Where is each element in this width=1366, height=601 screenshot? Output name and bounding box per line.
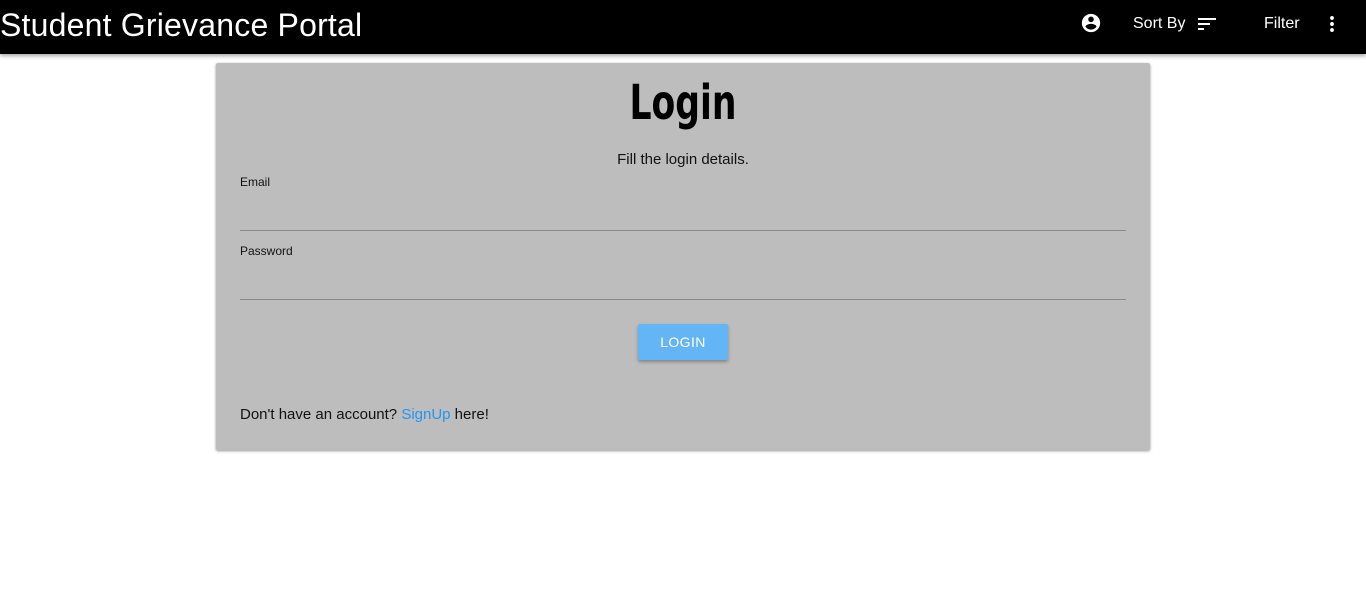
filter-button[interactable]: Filter — [1256, 8, 1344, 40]
signup-prompt: Don't have an account? SignUp here! — [240, 405, 489, 425]
account-circle-icon[interactable] — [1080, 12, 1102, 34]
email-label: Email — [240, 175, 271, 189]
login-button[interactable]: LOGIN — [638, 324, 728, 360]
password-field: Password — [240, 242, 1126, 300]
email-field: Email — [240, 173, 1126, 231]
signup-suffix: here! — [450, 406, 489, 423]
password-label: Password — [240, 244, 293, 258]
signup-link[interactable]: SignUp — [401, 406, 450, 423]
app-title: Student Grievance Portal — [0, 7, 363, 43]
app-bar: Student Grievance Portal Sort By Filter — [0, 0, 1366, 54]
more-vert-icon[interactable] — [1320, 12, 1344, 36]
sort-by-label: Sort By — [1133, 15, 1186, 32]
sort-icon — [1198, 18, 1217, 30]
password-input[interactable] — [240, 264, 1126, 300]
login-card: Login Fill the login details. Email Pass… — [216, 63, 1150, 450]
login-title: Login — [629, 75, 737, 131]
email-input[interactable] — [240, 195, 1126, 231]
login-subtitle: Fill the login details. — [617, 151, 749, 168]
signup-prefix: Don't have an account? — [240, 406, 402, 423]
filter-label: Filter — [1264, 15, 1300, 32]
sort-by-button[interactable]: Sort By — [1126, 8, 1219, 40]
